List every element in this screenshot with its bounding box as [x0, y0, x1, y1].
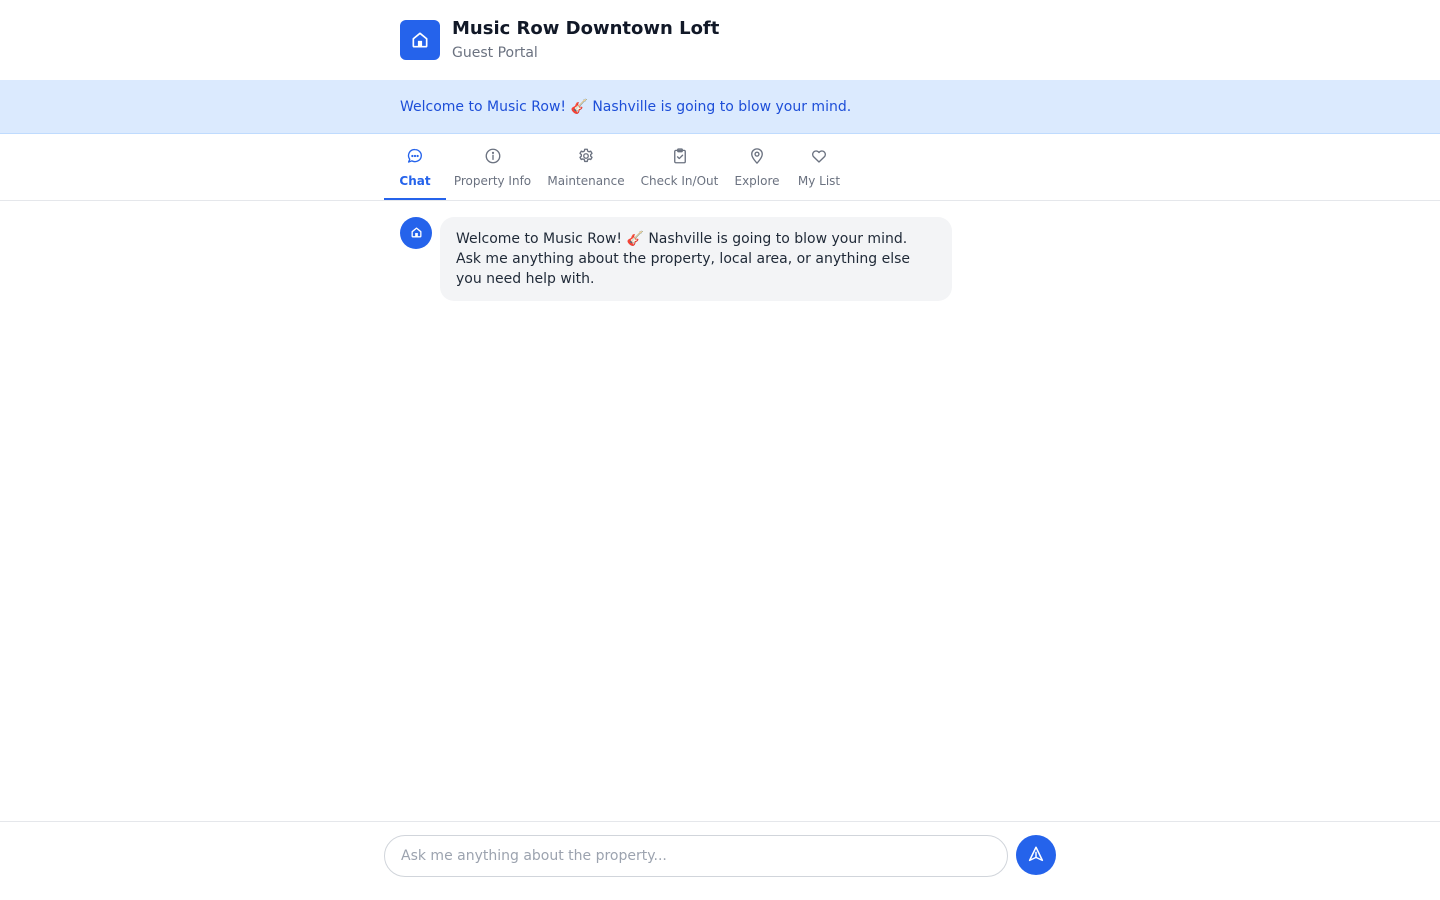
- send-icon: [1027, 845, 1045, 866]
- map-pin-icon: [748, 147, 766, 169]
- tab-label: Maintenance: [547, 174, 625, 188]
- chat-bubble-icon: [406, 147, 424, 169]
- tab-my-list[interactable]: My List: [788, 134, 850, 200]
- tab-check-in-out[interactable]: Check In/Out: [633, 134, 726, 200]
- welcome-banner: Welcome to Music Row! 🎸 Nashville is goi…: [0, 80, 1440, 134]
- tab-maintenance[interactable]: Maintenance: [539, 134, 633, 200]
- chat-composer: [0, 821, 1440, 900]
- chat-thread: Welcome to Music Row! 🎸 Nashville is goi…: [0, 201, 1440, 821]
- app-header: Music Row Downtown Loft Guest Portal: [0, 0, 1440, 80]
- welcome-banner-text: Welcome to Music Row! 🎸 Nashville is goi…: [400, 99, 852, 115]
- tab-label: My List: [797, 174, 841, 188]
- tab-bar: Chat Property Info Maintenance Check In/…: [0, 134, 1440, 201]
- tab-label: Check In/Out: [640, 174, 719, 188]
- chat-input[interactable]: [384, 835, 1008, 877]
- heart-icon: [810, 147, 828, 169]
- home-icon: [410, 224, 423, 243]
- message-bubble: Welcome to Music Row! 🎸 Nashville is goi…: [440, 217, 952, 301]
- tab-chat[interactable]: Chat: [384, 134, 446, 200]
- tab-label: Explore: [734, 174, 780, 188]
- info-icon: [484, 147, 502, 169]
- header-brand: Music Row Downtown Loft Guest Portal: [400, 18, 720, 61]
- tab-explore[interactable]: Explore: [726, 134, 788, 200]
- send-button[interactable]: [1016, 835, 1056, 875]
- tab-label: Chat: [399, 174, 431, 188]
- gear-icon: [577, 147, 595, 169]
- tab-label: Property Info: [453, 174, 532, 188]
- home-icon: [400, 20, 440, 60]
- clipboard-check-icon: [671, 147, 689, 169]
- portal-subtitle: Guest Portal: [452, 45, 538, 61]
- property-title: Music Row Downtown Loft: [452, 18, 720, 39]
- tab-property-info[interactable]: Property Info: [446, 134, 539, 200]
- assistant-avatar: [400, 217, 432, 249]
- assistant-message: Welcome to Music Row! 🎸 Nashville is goi…: [400, 217, 952, 301]
